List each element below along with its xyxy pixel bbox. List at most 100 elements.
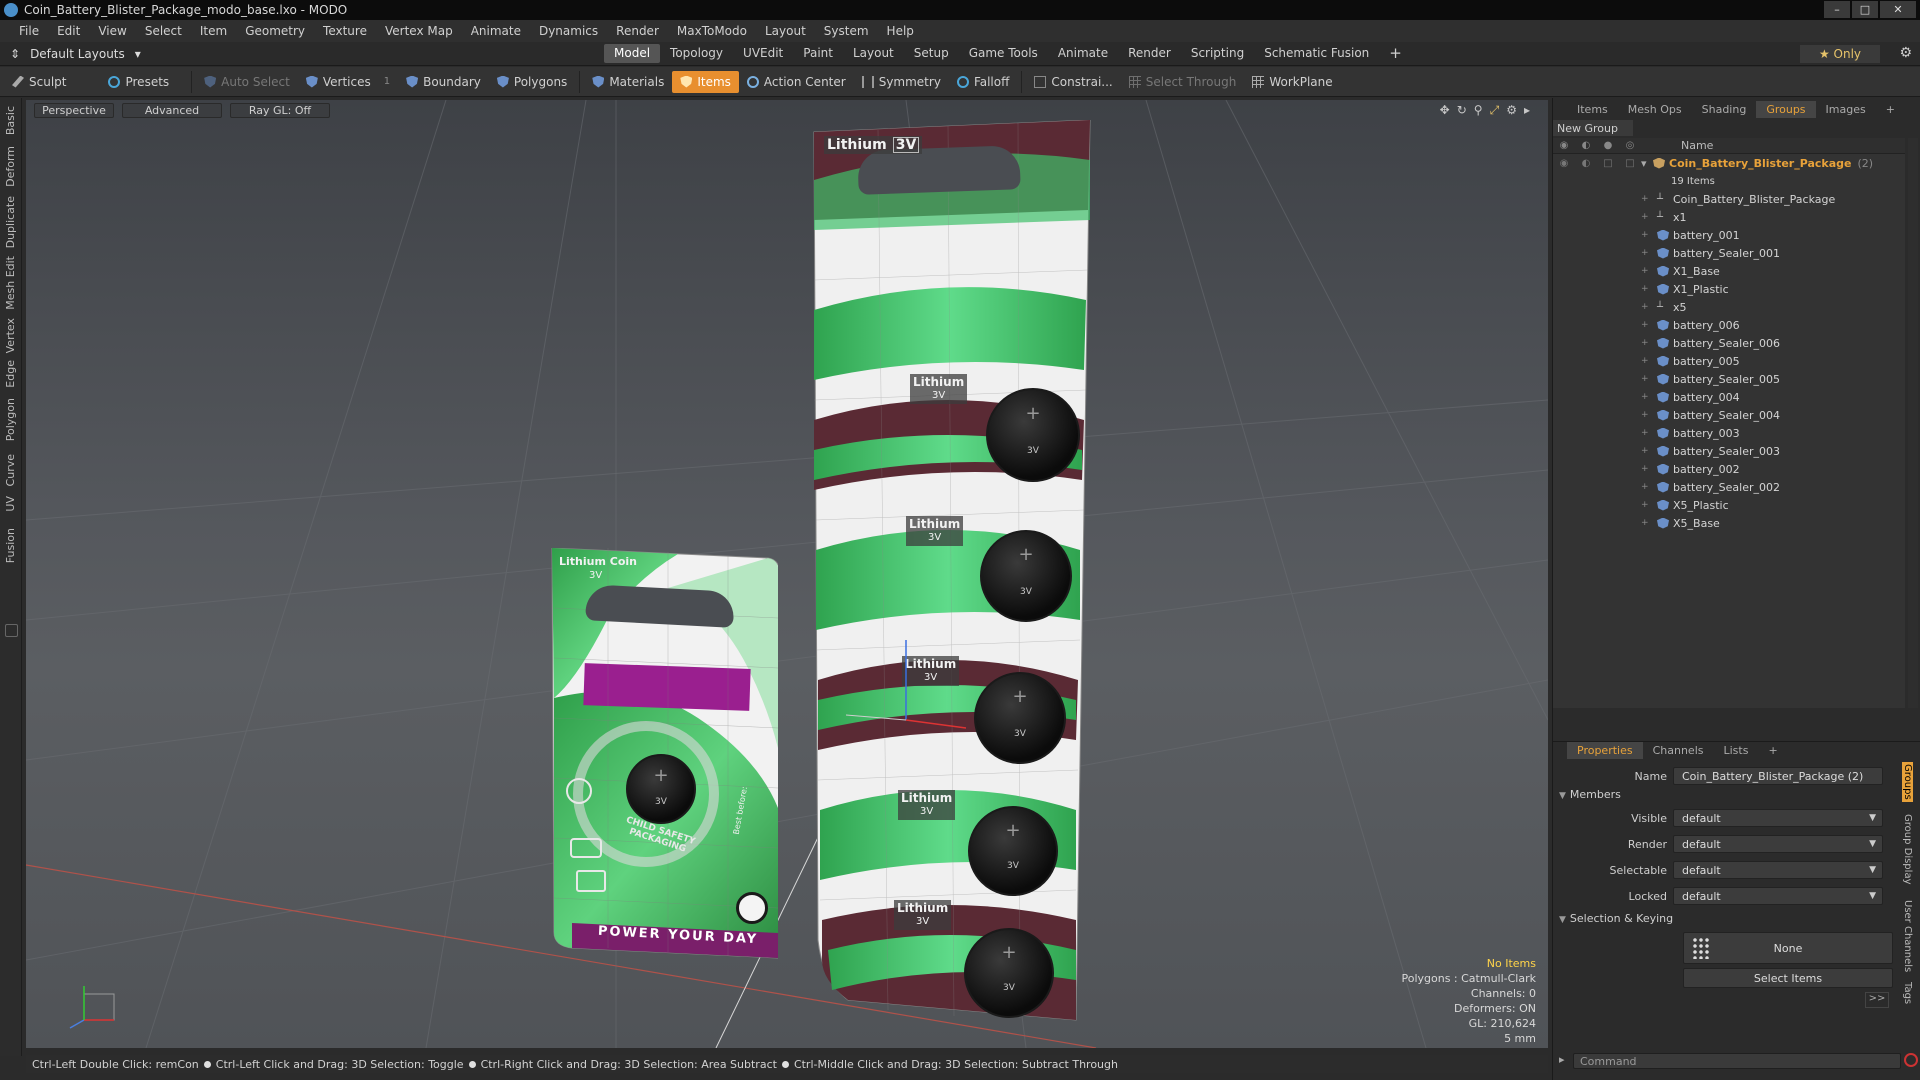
tab-layout[interactable]: Layout [843, 44, 904, 63]
lock-column-icon[interactable]: ● [1597, 140, 1619, 151]
menu-vertex-map[interactable]: Vertex Map [376, 24, 462, 38]
expand-plus-icon[interactable]: + [1641, 230, 1657, 240]
expand-plus-icon[interactable]: + [1641, 320, 1657, 330]
menu-animate[interactable]: Animate [462, 24, 530, 38]
selection-keying-section-header[interactable]: ▼ Selection & Keying [1559, 912, 1673, 925]
pan-icon[interactable]: ✥ [1440, 103, 1450, 118]
select-column-icon[interactable]: ◎ [1619, 140, 1641, 151]
transform-gizmo[interactable] [846, 620, 966, 740]
rotate-icon[interactable]: ↻ [1457, 103, 1467, 118]
only-toggle-button[interactable]: ★ Only [1800, 45, 1880, 63]
group-member-row[interactable]: + battery_005 [1553, 352, 1905, 370]
group-member-row[interactable]: + battery_Sealer_002 [1553, 478, 1905, 496]
tab-scripting[interactable]: Scripting [1181, 44, 1254, 63]
group-member-row[interactable]: + ┴ x1 [1553, 208, 1905, 226]
zoom-icon[interactable]: ⚲ [1474, 103, 1483, 118]
gear-icon[interactable]: ⚙ [1899, 45, 1912, 61]
side-tab-tags[interactable]: Tags [1902, 982, 1913, 1004]
select-items-button[interactable]: Select Items [1683, 968, 1893, 988]
visibility-column-eye-icon[interactable]: ◉ [1553, 140, 1575, 151]
menu-dynamics[interactable]: Dynamics [530, 24, 607, 38]
select-through-button[interactable]: Select Through [1121, 71, 1245, 93]
menu-layout[interactable]: Layout [756, 24, 815, 38]
maximize-button[interactable]: □ [1852, 1, 1878, 18]
workplane-button[interactable]: WorkPlane [1244, 71, 1340, 93]
group-member-row[interactable]: + battery_001 [1553, 226, 1905, 244]
left-tab-duplicate[interactable]: Duplicate [4, 196, 17, 248]
expand-plus-icon[interactable]: + [1641, 482, 1657, 492]
tab-topology[interactable]: Topology [660, 44, 733, 63]
none-button[interactable]: None [1683, 932, 1893, 964]
presets-button[interactable]: Presets [100, 71, 177, 93]
menu-geometry[interactable]: Geometry [236, 24, 314, 38]
menu-system[interactable]: System [815, 24, 878, 38]
small-blister-package[interactable]: Lithium Coin 3V + 3V CHILD SAFETY PACKAGI… [548, 548, 778, 978]
expand-plus-icon[interactable]: + [1641, 266, 1657, 276]
materials-button[interactable]: Materials [584, 71, 672, 93]
add-panel-tab-button[interactable]: + [1876, 101, 1905, 118]
lock-icon[interactable]: □ [1597, 158, 1619, 169]
select-icon[interactable]: □ [1619, 158, 1641, 169]
tab-paint[interactable]: Paint [793, 44, 843, 63]
layout-selector[interactable]: ⇕ Default Layouts ▾ [10, 47, 141, 61]
side-tab-user-channels[interactable]: User Channels [1902, 900, 1913, 972]
viewport-gear-icon[interactable]: ⚙ [1506, 103, 1517, 118]
tab-properties[interactable]: Properties [1567, 742, 1643, 759]
menu-edit[interactable]: Edit [48, 24, 89, 38]
menu-maxtomodo[interactable]: MaxToModo [668, 24, 756, 38]
expand-plus-icon[interactable]: + [1641, 356, 1657, 366]
group-expand-arrow-icon[interactable]: ▾ [1641, 157, 1653, 170]
side-tab-groups[interactable]: Groups [1902, 762, 1913, 802]
left-tab-fusion[interactable]: Fusion [4, 528, 17, 563]
group-row[interactable]: ◉ ◐ □ □ ▾ Coin_Battery_Blister_Package (2) [1553, 154, 1905, 172]
group-member-row[interactable]: + battery_004 [1553, 388, 1905, 406]
group-member-row[interactable]: + ┴ Coin_Battery_Blister_Package [1553, 190, 1905, 208]
large-blister-package[interactable]: Lithium 3V Lithium 3V +3V Lithium 3V +3V L… [808, 120, 1098, 1040]
expand-plus-icon[interactable]: + [1641, 446, 1657, 456]
items-button[interactable]: Items [672, 70, 739, 93]
left-tab-edge[interactable]: Edge [4, 360, 17, 388]
name-field[interactable]: Coin_Battery_Blister_Package (2) [1673, 767, 1883, 785]
command-input[interactable]: Command [1573, 1053, 1901, 1069]
left-tab-polygon[interactable]: Polygon [4, 398, 17, 441]
group-member-row[interactable]: + battery_006 [1553, 316, 1905, 334]
menu-help[interactable]: Help [878, 24, 923, 38]
left-tab-deform[interactable]: Deform [4, 146, 17, 187]
tab-schematic-fusion[interactable]: Schematic Fusion [1254, 44, 1379, 63]
group-member-row[interactable]: + battery_Sealer_003 [1553, 442, 1905, 460]
expand-plus-icon[interactable]: + [1641, 248, 1657, 258]
expand-plus-icon[interactable]: + [1641, 212, 1657, 222]
expand-plus-icon[interactable]: + [1641, 374, 1657, 384]
menu-item[interactable]: Item [191, 24, 236, 38]
group-member-row[interactable]: + battery_Sealer_001 [1553, 244, 1905, 262]
boundary-button[interactable]: Boundary [398, 71, 489, 93]
panel-toggle-icon[interactable] [5, 624, 18, 637]
group-member-row[interactable]: + battery_Sealer_005 [1553, 370, 1905, 388]
group-member-row[interactable]: + battery_Sealer_006 [1553, 334, 1905, 352]
tab-images[interactable]: Images [1816, 101, 1876, 118]
fit-view-icon[interactable]: ⤢ [1490, 103, 1500, 118]
symmetry-button[interactable]: Symmetry [854, 71, 949, 93]
sculpt-button[interactable]: Sculpt [4, 71, 74, 93]
tab-items[interactable]: Items [1567, 101, 1618, 118]
menu-view[interactable]: View [89, 24, 135, 38]
expand-plus-icon[interactable]: + [1641, 338, 1657, 348]
groups-list-scrollbar[interactable] [1908, 138, 1918, 708]
add-properties-tab-button[interactable]: + [1758, 742, 1787, 759]
polygons-button[interactable]: Polygons [489, 71, 575, 93]
tab-game-tools[interactable]: Game Tools [959, 44, 1048, 63]
expand-plus-icon[interactable]: + [1641, 302, 1657, 312]
render-dropdown[interactable]: default ▼ [1673, 835, 1883, 853]
menu-file[interactable]: File [10, 24, 48, 38]
expand-plus-icon[interactable]: + [1641, 392, 1657, 402]
falloff-button[interactable]: Falloff [949, 71, 1017, 93]
render-column-icon[interactable]: ◐ [1575, 140, 1597, 151]
visible-dropdown[interactable]: default ▼ [1673, 809, 1883, 827]
command-stop-icon[interactable] [1904, 1053, 1918, 1067]
menu-texture[interactable]: Texture [314, 24, 376, 38]
tab-render[interactable]: Render [1118, 44, 1181, 63]
group-member-row[interactable]: + X5_Base [1553, 514, 1905, 532]
left-tab-uv[interactable]: UV [4, 496, 17, 512]
viewport-menu-arrow-icon[interactable]: ▸ [1524, 103, 1530, 118]
left-tab-vertex[interactable]: Vertex [4, 318, 17, 353]
